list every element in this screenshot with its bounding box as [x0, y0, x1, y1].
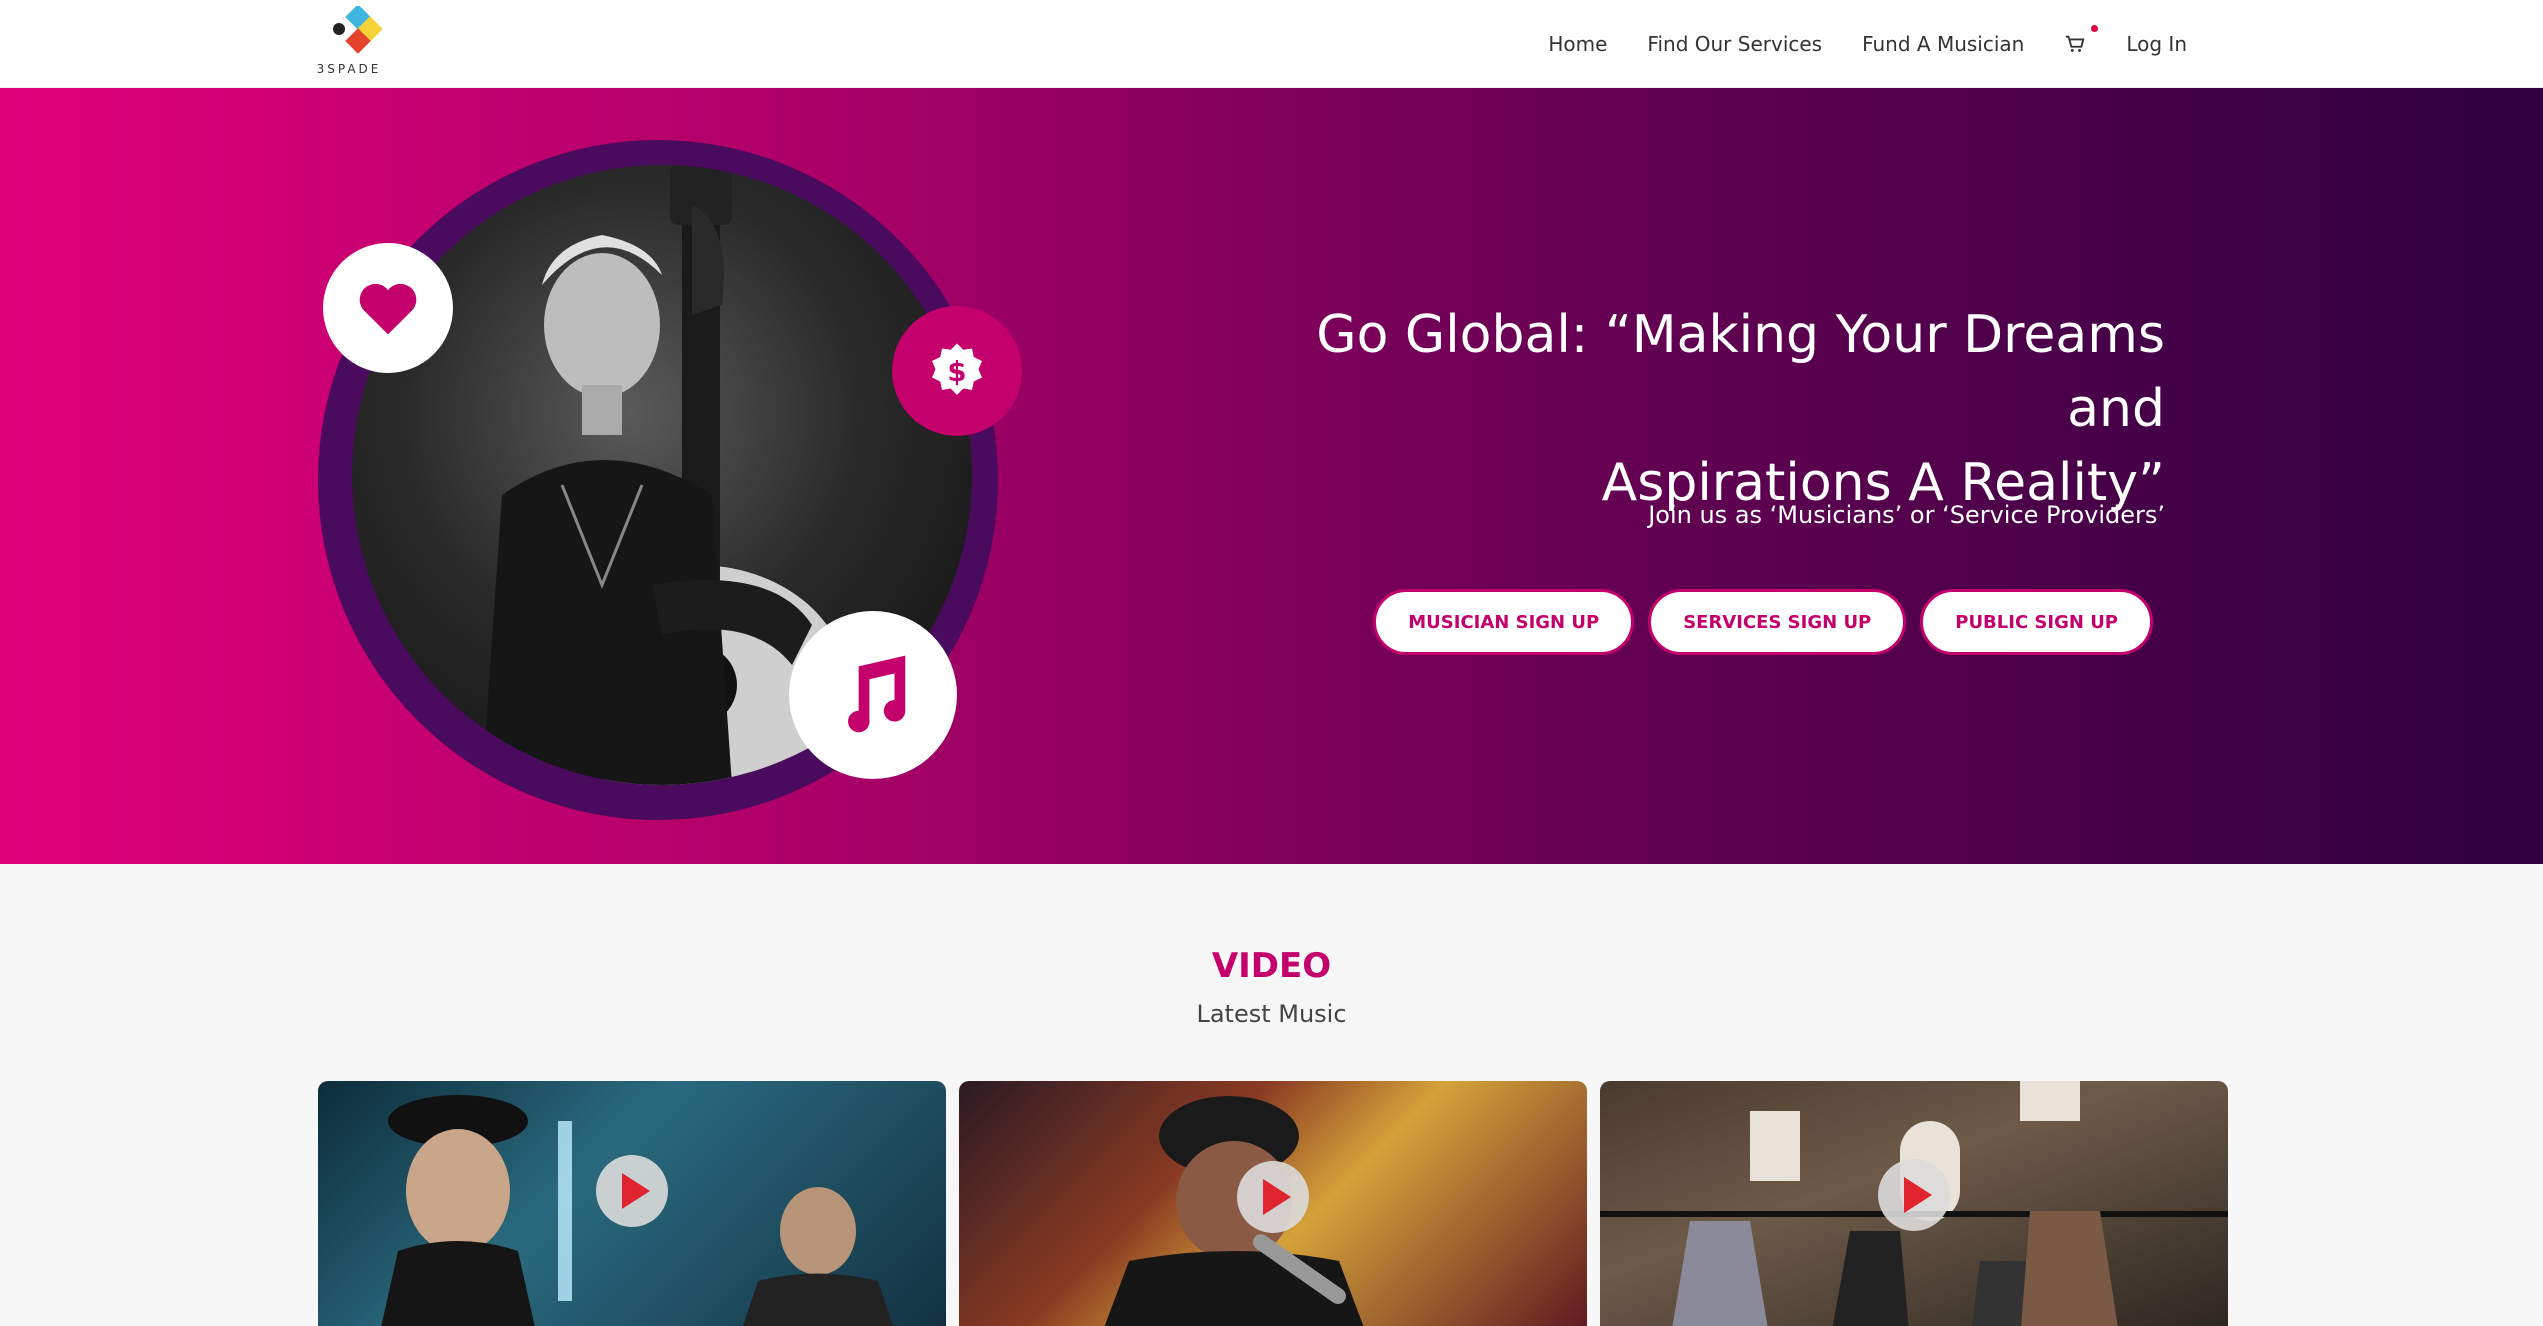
hero-subtitle: Join us as ‘Musicians’ or ‘Service Provi… — [1648, 501, 2165, 529]
signup-buttons: MUSICIAN SIGN UP SERVICES SIGN UP PUBLIC… — [1373, 589, 2153, 655]
cart-notification-dot — [2091, 25, 2099, 32]
hero-title-line-1: Go Global: “Making Your Dreams and — [1316, 305, 2165, 439]
cart-button[interactable] — [2064, 25, 2099, 55]
play-button[interactable] — [1878, 1159, 1950, 1231]
logo-mark-icon — [333, 4, 383, 54]
site-header: 3SPADE Home Find Our Services Fund A Mus… — [0, 0, 2543, 88]
play-icon — [1904, 1177, 1932, 1213]
video-card[interactable] — [959, 1081, 1587, 1326]
nav-login[interactable]: Log In — [2126, 32, 2187, 56]
public-signup-button[interactable]: PUBLIC SIGN UP — [1920, 589, 2153, 655]
heart-icon — [359, 283, 417, 335]
play-button[interactable] — [596, 1155, 668, 1227]
cart-icon — [2066, 35, 2085, 52]
video-card[interactable] — [318, 1081, 946, 1326]
svg-text:$: $ — [947, 356, 966, 388]
video-list — [318, 1081, 2228, 1326]
brand-logo[interactable]: 3SPADE — [313, 4, 385, 76]
dollar-badge: $ — [892, 306, 1022, 436]
musician-signup-button[interactable]: MUSICIAN SIGN UP — [1373, 589, 1635, 655]
music-note-icon — [848, 655, 906, 733]
main-nav: Home Find Our Services Fund A Musician L… — [1548, 0, 2187, 88]
nav-home[interactable]: Home — [1548, 32, 1607, 56]
nav-fund-musician[interactable]: Fund A Musician — [1862, 32, 2024, 56]
dollar-seal-icon: $ — [932, 343, 982, 395]
brand-name: 3SPADE — [316, 62, 382, 76]
hero-title: Go Global: “Making Your Dreams and Aspir… — [1215, 298, 2165, 520]
play-icon — [622, 1173, 650, 1209]
video-card[interactable] — [1600, 1081, 2228, 1326]
video-section-title: VIDEO — [1211, 946, 1332, 986]
play-icon — [1263, 1179, 1291, 1215]
heart-badge — [323, 243, 453, 373]
play-button[interactable] — [1237, 1161, 1309, 1233]
music-badge — [789, 611, 957, 779]
services-signup-button[interactable]: SERVICES SIGN UP — [1648, 589, 1907, 655]
video-section-subtitle: Latest Music — [1196, 1000, 1347, 1028]
hero-banner: $ Go Global: “Making Your Dreams and Asp… — [0, 88, 2543, 864]
nav-find-services[interactable]: Find Our Services — [1647, 32, 1822, 56]
